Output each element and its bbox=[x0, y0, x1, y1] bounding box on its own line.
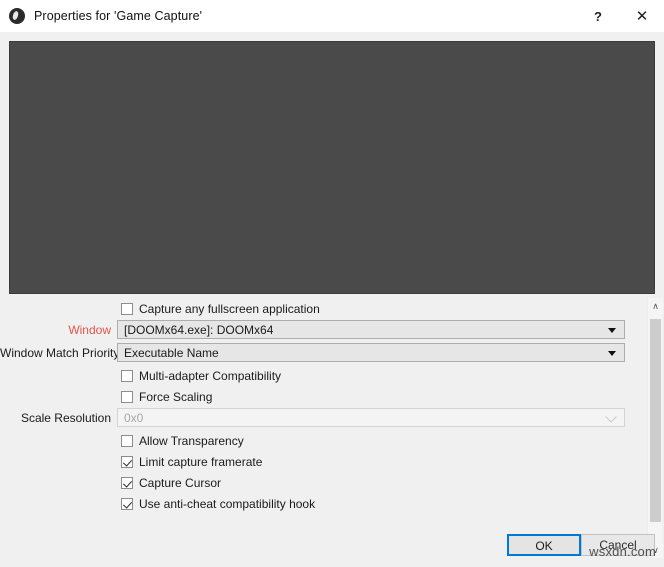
form-row-window-match-priority: Window Match Priority Executable Name bbox=[0, 342, 664, 363]
scrollbar-thumb[interactable] bbox=[650, 319, 661, 522]
window-title: Properties for 'Game Capture' bbox=[34, 9, 203, 23]
cancel-button[interactable]: Cancel bbox=[581, 534, 655, 556]
capture-preview bbox=[9, 41, 655, 294]
dialog-body: Capture any fullscreen application Window… bbox=[0, 32, 664, 567]
checkbox-empty-icon[interactable] bbox=[121, 369, 133, 382]
chevron-down-icon[interactable] bbox=[608, 327, 616, 333]
checkbox-label: Capture Cursor bbox=[139, 475, 222, 490]
checkmark-icon[interactable] bbox=[121, 476, 133, 489]
checkbox-label: Force Scaling bbox=[139, 389, 213, 404]
combobox-window[interactable]: [DOOMx64.exe]: DOOMx64 bbox=[117, 320, 625, 339]
checkbox-label: Limit capture framerate bbox=[139, 454, 263, 469]
chevron-down-icon bbox=[605, 410, 617, 423]
checkbox-use-anti-cheat-compatibility-hook[interactable]: Use anti-cheat compatibility hook bbox=[121, 497, 315, 511]
checkbox-empty-icon[interactable] bbox=[121, 434, 133, 447]
checkbox-allow-transparency[interactable]: Allow Transparency bbox=[121, 434, 244, 448]
form-row-allow-transparency: Allow Transparency bbox=[0, 430, 664, 451]
checkbox-label: Use anti-cheat compatibility hook bbox=[139, 496, 316, 511]
form-row-limit-capture-framerate: Limit capture framerate bbox=[0, 451, 664, 472]
scroll-up-arrow-icon[interactable]: ∧ bbox=[648, 298, 663, 314]
chevron-down-icon[interactable] bbox=[608, 350, 616, 356]
checkmark-icon[interactable] bbox=[121, 497, 133, 510]
title-bar: Properties for 'Game Capture' ? ✕ bbox=[0, 0, 664, 32]
close-button[interactable]: ✕ bbox=[620, 0, 664, 32]
form-row-use-anti-cheat-compatibility-hook: Use anti-cheat compatibility hook bbox=[0, 493, 664, 514]
combobox-value: [DOOMx64.exe]: DOOMx64 bbox=[124, 322, 274, 337]
checkbox-multi-adapter-compatibility[interactable]: Multi-adapter Compatibility bbox=[121, 369, 281, 383]
checkbox-capture-cursor[interactable]: Capture Cursor bbox=[121, 476, 221, 490]
checkbox-limit-capture-framerate[interactable]: Limit capture framerate bbox=[121, 455, 262, 469]
checkbox-label: Capture any fullscreen application bbox=[139, 301, 320, 316]
obs-logo-icon bbox=[9, 8, 25, 24]
label-window: Window bbox=[68, 322, 111, 337]
checkbox-force-scaling[interactable]: Force Scaling bbox=[121, 390, 212, 404]
combobox-value: Executable Name bbox=[124, 345, 219, 360]
form-row-force-scaling: Force Scaling bbox=[0, 386, 664, 407]
form-row-capture-any-fullscreen-application: Capture any fullscreen application bbox=[0, 298, 664, 319]
window-controls: ? ✕ bbox=[576, 0, 664, 32]
help-button[interactable]: ? bbox=[576, 0, 620, 32]
dialog-button-bar: OK Cancel bbox=[0, 534, 664, 558]
checkbox-label: Multi-adapter Compatibility bbox=[139, 368, 282, 383]
properties-scrollbar[interactable]: ∧ ∨ bbox=[647, 298, 663, 558]
form-row-capture-cursor: Capture Cursor bbox=[0, 472, 664, 493]
properties-form: Capture any fullscreen application Window… bbox=[0, 298, 664, 530]
checkbox-capture-any-fullscreen-application[interactable]: Capture any fullscreen application bbox=[121, 302, 320, 316]
form-row-window: Window [DOOMx64.exe]: DOOMx64 bbox=[0, 319, 664, 340]
combobox-scale-resolution: 0x0 bbox=[117, 408, 625, 427]
checkbox-empty-icon[interactable] bbox=[121, 302, 133, 315]
combobox-value: 0x0 bbox=[124, 410, 144, 425]
label-scale-resolution: Scale Resolution bbox=[20, 410, 111, 425]
ok-button[interactable]: OK bbox=[507, 534, 581, 556]
combobox-window-match-priority[interactable]: Executable Name bbox=[117, 343, 625, 362]
checkbox-label: Allow Transparency bbox=[139, 433, 244, 448]
form-row-scale-resolution: Scale Resolution 0x0 bbox=[0, 407, 664, 428]
label-window-match-priority: Window Match Priority bbox=[0, 345, 120, 360]
form-row-multi-adapter-compatibility: Multi-adapter Compatibility bbox=[0, 365, 664, 386]
checkmark-icon[interactable] bbox=[121, 455, 133, 468]
checkbox-empty-icon[interactable] bbox=[121, 390, 133, 403]
